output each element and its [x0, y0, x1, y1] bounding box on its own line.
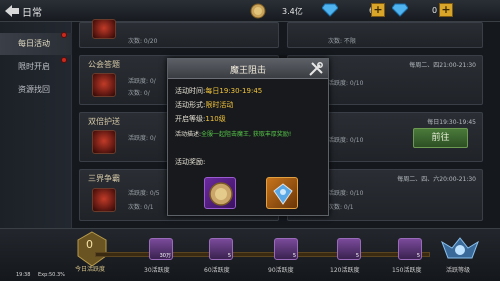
coin-icon	[209, 182, 233, 206]
popup-header: 魔王阻击	[168, 59, 328, 79]
activity-form: 活动形式:限时活动	[175, 101, 234, 109]
list-item[interactable]: 次数: 不限	[287, 22, 483, 48]
activity-level-icon[interactable]	[440, 234, 480, 264]
reward-label: 活动奖励:	[175, 158, 206, 166]
coin-value: 3.4亿	[282, 7, 303, 16]
sidebar-item-label: 每日活动	[18, 39, 50, 48]
activity-icon	[92, 19, 116, 39]
diamond-counter-2: 0 +	[392, 3, 456, 19]
reward-chest-60[interactable]: 5	[209, 238, 233, 260]
activity-level-label: 活跃等级	[446, 267, 471, 274]
chest-label: 90活跃度	[268, 267, 294, 274]
top-bar: 日常 3.4亿 6 + 0 +	[0, 0, 500, 22]
gem-icon	[273, 183, 293, 205]
reward-chest-90[interactable]: 5	[274, 238, 298, 260]
sidebar-item-label: 资源找回	[18, 85, 50, 94]
back-arrow-icon[interactable]	[3, 3, 21, 19]
diamond-icon	[322, 3, 338, 17]
sidebar-item-recover[interactable]: 资源找回	[0, 79, 72, 101]
list-item[interactable]: 次数: 0/20	[79, 19, 279, 48]
add-diamond-button-1[interactable]: +	[371, 3, 385, 17]
page-title: 日常	[22, 8, 42, 19]
activity-level: 开启等级:110级	[175, 115, 226, 123]
diamond-icon	[392, 3, 408, 17]
coin-counter: 3.4亿	[250, 3, 330, 19]
diamond-counter-1: 6 +	[322, 3, 386, 19]
activity-description: 活动描述:全服一起阻击魔王, 获取丰厚奖励!	[175, 131, 292, 138]
status-exp: Exp:50.3%	[38, 272, 65, 278]
reward-chest-120[interactable]: 5	[337, 238, 361, 260]
notification-dot	[61, 57, 67, 63]
reward-gem-item[interactable]	[266, 177, 298, 209]
notification-dot	[61, 32, 67, 38]
chest-label: 120活跃度	[330, 267, 360, 274]
quiz-icon	[92, 73, 116, 97]
reward-chest-30[interactable]: 30万	[149, 238, 173, 260]
battle-icon	[92, 188, 116, 212]
close-tools-icon[interactable]	[308, 61, 324, 77]
status-time: 19:38	[16, 272, 31, 278]
diamond-value-2: 0	[432, 6, 438, 15]
add-diamond-button-2[interactable]: +	[439, 3, 453, 17]
activity-progress-bar	[95, 252, 430, 257]
sidebar: 每日活动 限时开启 资源找回	[0, 22, 72, 242]
coin-icon	[250, 3, 266, 19]
activity-value: 0	[86, 238, 93, 251]
chest-label: 60活跃度	[204, 267, 230, 274]
escort-icon	[92, 130, 116, 154]
activity-detail-popup: 魔王阻击 活动时间:每日19:30-19:45 活动形式:限时活动 开启等级:1…	[167, 58, 329, 216]
reward-coin-item[interactable]	[204, 177, 236, 209]
status-bar: 19:38 Exp:50.3%	[16, 272, 65, 278]
chest-label: 30活跃度	[144, 267, 170, 274]
go-button[interactable]: 前往	[413, 128, 468, 148]
sidebar-item-label: 限时开启	[18, 62, 50, 71]
activity-time: 活动时间:每日19:30-19:45	[175, 87, 263, 95]
chest-label: 150活跃度	[392, 267, 422, 274]
popup-title: 魔王阻击	[229, 66, 266, 76]
activity-label: 今日活跃度	[75, 266, 106, 273]
reward-chest-150[interactable]: 5	[398, 238, 422, 260]
